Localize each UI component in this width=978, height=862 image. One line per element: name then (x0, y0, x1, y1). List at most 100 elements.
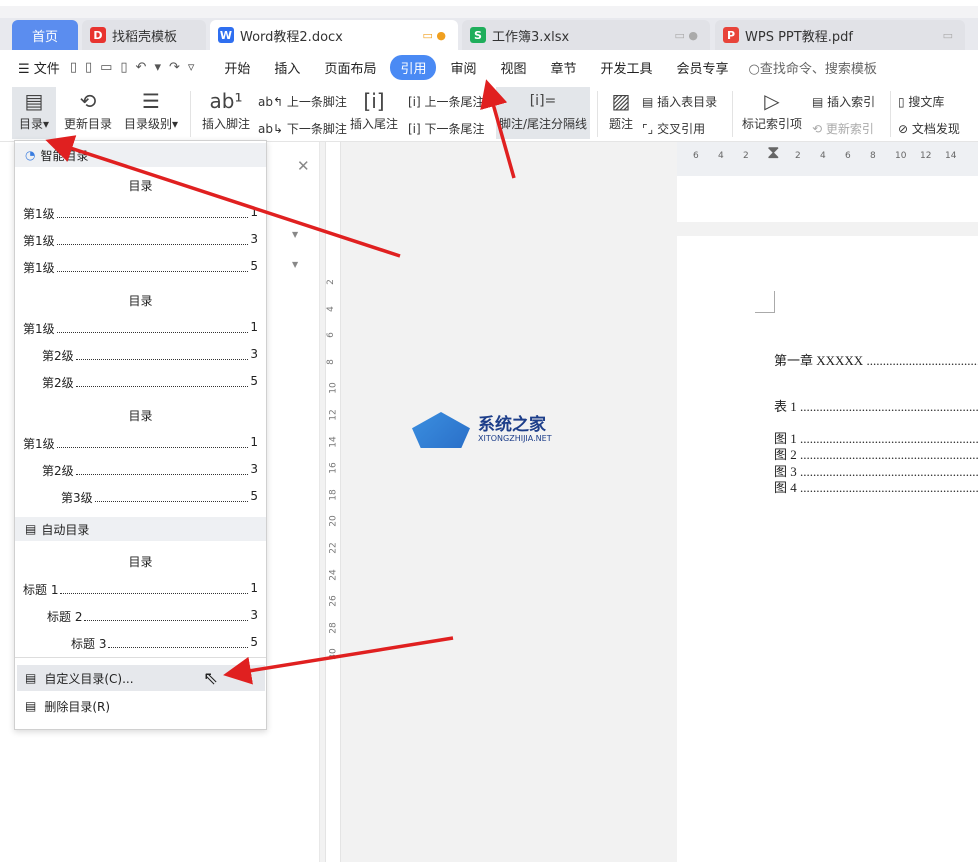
tab-docer-templates[interactable]: D 找稻壳模板 (82, 20, 206, 50)
toc-entry[interactable]: 第一章 XXXXX ..............................… (774, 350, 978, 369)
toc-style-option[interactable]: 第1级 1 (23, 205, 258, 222)
next-footnote-button[interactable]: ab↳ 下一条脚注 (258, 120, 347, 137)
chevron-down-icon[interactable]: ▼ (292, 260, 298, 269)
update-index-button[interactable]: ⟲ 更新索引 (812, 120, 874, 137)
toc-dropdown: ◔ 智能目录 目录 第1级 1 第1级 3 第1级 5 目录 第1级 1 第2级 3 第2级 5 目录 第1级 1… (14, 140, 267, 730)
menu-bar: ☰ 文件 ▯▯▭▯↶▾↷▿ 开始 插入 页面布局 引用 审阅 视图 章节 开发工… (0, 50, 978, 85)
caption-button[interactable]: ▨ 题注 (604, 87, 638, 132)
quick-access-icons[interactable]: ▯▯▭▯↶▾↷▿ (70, 60, 203, 75)
ruler-tick-label: 8 (325, 358, 336, 365)
label: 上一条脚注 (286, 95, 347, 109)
menu-references[interactable]: 引用 (390, 55, 437, 80)
tab-home[interactable]: 首页 (12, 20, 78, 50)
toc-level-button[interactable]: ☰ 目录级别▾ (120, 87, 182, 132)
label: 自动目录 (41, 522, 90, 537)
leader-dots (75, 347, 249, 360)
delete-toc-icon: ▤ (25, 699, 37, 713)
toc-style-option[interactable]: 第1级 5 (23, 259, 258, 276)
menu-view[interactable]: 视图 (490, 55, 536, 80)
search-library-button[interactable]: ▯ 搜文库 (898, 93, 944, 110)
update-toc-icon: ⟲ (79, 89, 97, 113)
insert-endnote-button[interactable]: [i] 插入尾注 (346, 87, 402, 132)
indent-marker-icon[interactable]: ⧗ (767, 142, 780, 163)
ruler-tick-label: 28 (328, 622, 339, 634)
menu-insert[interactable]: 插入 (264, 55, 310, 80)
caption-icon: ▨ (611, 89, 631, 113)
leader-dots (56, 435, 249, 448)
label: 交叉引用 (657, 122, 706, 136)
insert-table-of-figures-button[interactable]: ▤ 插入表目录 (642, 93, 717, 110)
chevron-down-icon[interactable]: ▼ (292, 230, 298, 239)
toc-style-option[interactable]: 标题 3 5 (23, 635, 258, 652)
divider (890, 91, 891, 137)
tab-bar: 首页 D 找稻壳模板 W Word教程2.docx ▭ ● S 工作簿3.xlsx ▭ ●… (0, 18, 978, 50)
toc-style-option[interactable]: 标题 1 1 (23, 581, 258, 598)
pdf-icon: P (723, 27, 739, 43)
toc-style-option[interactable]: 第1级 3 (23, 232, 258, 249)
separator-button[interactable]: [i]= 脚注/尾注分隔线 (496, 87, 590, 139)
unsaved-dot-icon: ▭ ● (422, 28, 447, 42)
page-current[interactable]: 第一章 XXXXX ..............................… (677, 236, 978, 862)
close-icon[interactable]: ✕ (297, 157, 310, 175)
leader-dots (75, 374, 249, 387)
leader-dots (84, 608, 249, 621)
mark-index-button[interactable]: ▷ 标记索引项 (738, 87, 806, 132)
menu-layout[interactable]: 页面布局 (314, 55, 386, 80)
prev-endnote-button[interactable]: [i] 上一条尾注 (408, 93, 485, 110)
menu-member[interactable]: 会员专享 (667, 55, 739, 80)
toc-entry[interactable]: 图 4 ....................................… (774, 477, 978, 496)
label: 标记索引项 (741, 117, 802, 131)
row-label: 第1级 (23, 322, 55, 336)
leader-dots (56, 232, 249, 245)
toc-style-option[interactable]: 第2级 3 (23, 462, 258, 479)
menu-start[interactable]: 开始 (214, 55, 260, 80)
toc-style-option[interactable]: 第2级 3 (23, 347, 258, 364)
tab-word-doc[interactable]: W Word教程2.docx ▭ ● (210, 20, 458, 50)
watermark-logo: 系统之家 XITONGZHIJIA.NET (412, 408, 562, 454)
smart-icon: ◔ (25, 148, 36, 162)
label: 搜文库 (908, 95, 945, 109)
ruler-tick-label: 24 (328, 568, 339, 581)
ruler-tick-label: 12 (328, 409, 339, 421)
update-toc-button[interactable]: ⟲ 更新目录 (62, 87, 114, 132)
ruler-tick-label: 2 (795, 151, 801, 161)
toc-style-option[interactable]: 第3级 5 (23, 489, 258, 506)
toc-entry[interactable]: 表 1 ....................................… (774, 396, 978, 415)
tab-pdf[interactable]: P WPS PPT教程.pdf ▭ (715, 20, 965, 50)
toc-label: 目录 (18, 117, 43, 131)
insert-footnote-button[interactable]: ab¹ 插入脚注 (198, 87, 254, 132)
toc-button[interactable]: ▤ 目录▾ (12, 87, 56, 139)
word-icon: W (218, 27, 234, 43)
toc-style-option[interactable]: 第1级 1 (23, 320, 258, 337)
ruler-tick-label: 14 (945, 151, 957, 161)
delete-toc-item[interactable]: ▤ 删除目录(R) (17, 693, 265, 719)
doc-discover-button[interactable]: ⊘ 文档发现 (898, 120, 960, 137)
ruler-tick-label: 14 (328, 435, 339, 448)
label: 下一条尾注 (424, 122, 485, 136)
entry-text: 图 2 (774, 447, 797, 462)
label: 更新目录 (63, 117, 112, 131)
row-label: 标题 2 (47, 610, 83, 624)
title-strip (0, 0, 978, 18)
leader-dots (108, 635, 249, 648)
label: 题注 (608, 117, 633, 131)
custom-toc-item[interactable]: ▤ 自定义目录(C)... (17, 665, 265, 691)
toc-style-option[interactable]: 标题 2 3 (23, 608, 258, 625)
toc-style-option[interactable]: 第1级 1 (23, 435, 258, 452)
watermark-url: XITONGZHIJIA.NET (478, 434, 552, 443)
tab-xlsx[interactable]: S 工作簿3.xlsx ▭ ● (462, 20, 710, 50)
row-page: 1 (250, 581, 258, 595)
menu-review[interactable]: 审阅 (440, 55, 486, 80)
command-search[interactable]: ○查找命令、搜索模板 (749, 58, 877, 77)
menu-section[interactable]: 章节 (541, 55, 587, 80)
tab-label: 工作簿3.xlsx (492, 29, 570, 45)
divider (190, 91, 191, 137)
menu-developer[interactable]: 开发工具 (591, 55, 663, 80)
prev-footnote-button[interactable]: ab↰ 上一条脚注 (258, 93, 347, 110)
next-endnote-button[interactable]: [i] 下一条尾注 (408, 120, 485, 137)
insert-index-button[interactable]: ▤ 插入索引 (812, 93, 875, 110)
cross-reference-button[interactable]: ⌜⌟ 交叉引用 (642, 120, 705, 137)
mark-index-icon: ▷ (764, 89, 780, 113)
file-menu[interactable]: ☰ 文件 (18, 58, 60, 77)
toc-style-option[interactable]: 第2级 5 (23, 374, 258, 391)
